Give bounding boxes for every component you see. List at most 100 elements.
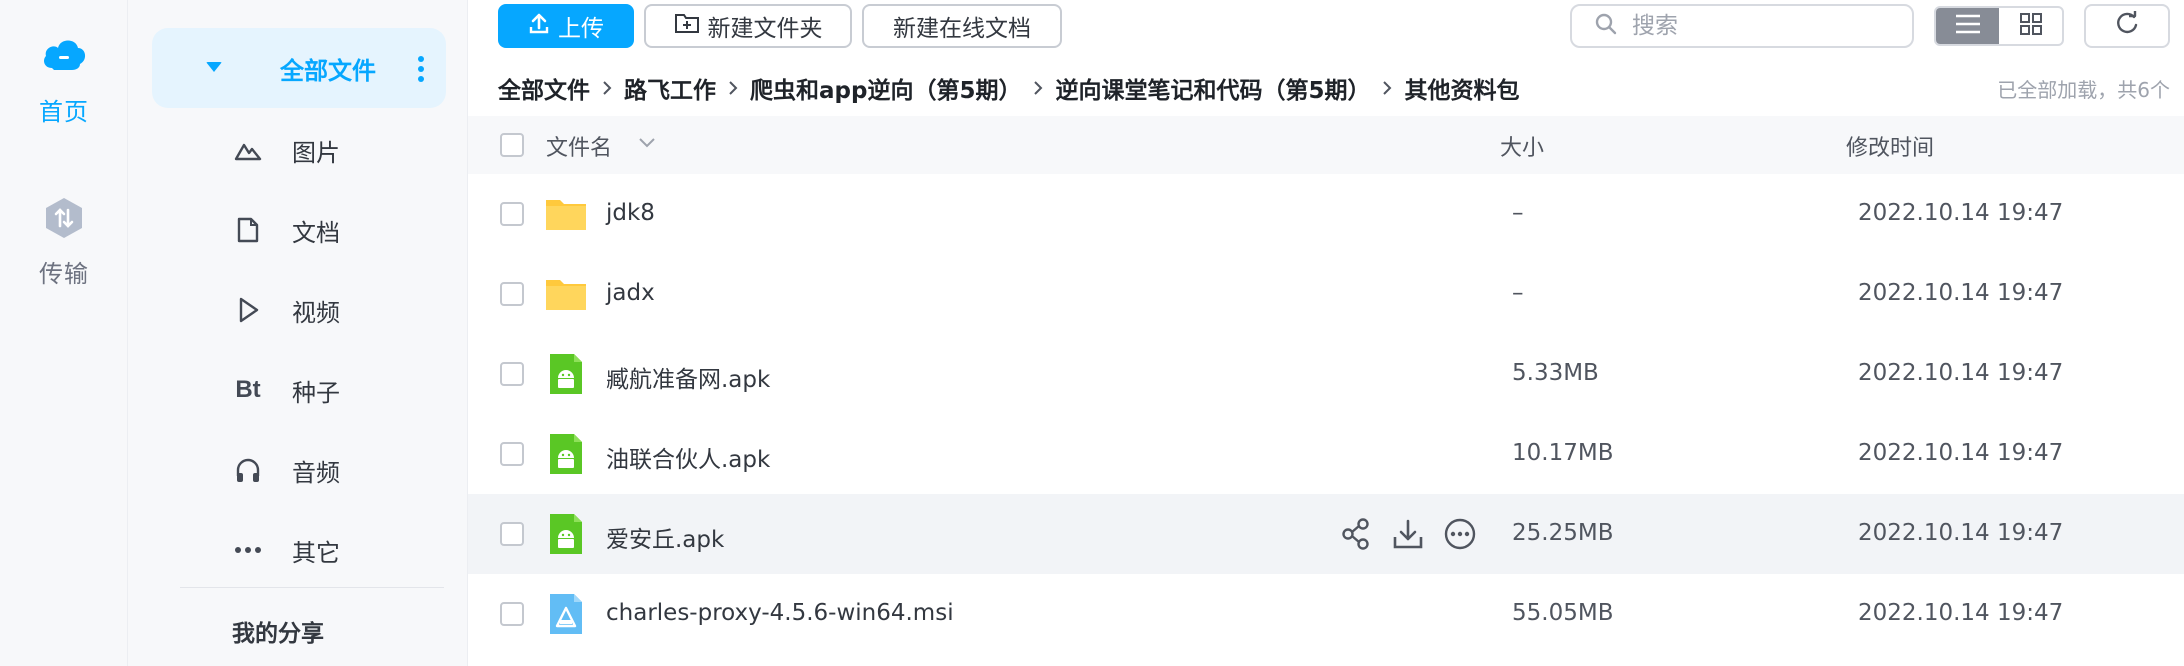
table-row[interactable]: 臧航准备网.apk 5.33MB 2022.10.14 19:47 <box>468 334 2184 414</box>
folder-icon <box>544 192 588 236</box>
sidebar-item-label: 视频 <box>292 298 340 327</box>
table-row[interactable]: jadx – 2022.10.14 19:47 <box>468 254 2184 334</box>
sidebar-item-videos[interactable]: 视频 <box>128 282 468 338</box>
file-size: – <box>1512 200 1524 226</box>
file-table-header: 文件名 大小 修改时间 <box>468 116 2184 174</box>
new-online-doc-button[interactable]: 新建在线文档 <box>862 4 1062 48</box>
file-name[interactable]: jdk8 <box>606 200 655 226</box>
file-size: – <box>1512 280 1524 306</box>
folder-icon <box>544 272 588 316</box>
nav-rail: 首页 传输 <box>0 0 128 666</box>
nav-transfer-label: 传输 <box>39 260 89 288</box>
row-checkbox[interactable] <box>500 282 524 306</box>
file-name[interactable]: jadx <box>606 280 655 306</box>
more-vertical-icon[interactable] <box>418 56 424 82</box>
document-icon <box>232 214 264 246</box>
table-row-hovered[interactable]: 爱安丘.apk 25.25MB 2022.10.14 19:47 <box>468 494 2184 574</box>
sidebar-item-images[interactable]: 图片 <box>128 122 468 178</box>
torrent-icon: Bt <box>235 376 261 403</box>
transfer-icon <box>44 196 84 244</box>
sort-chevron-icon[interactable] <box>638 130 656 155</box>
table-row[interactable]: 油联合伙人.apk 10.17MB 2022.10.14 19:47 <box>468 414 2184 494</box>
more-icon <box>232 534 264 566</box>
select-all-checkbox[interactable] <box>500 133 524 157</box>
file-name[interactable]: 爱安丘.apk <box>606 520 724 554</box>
video-icon <box>232 294 264 326</box>
row-checkbox[interactable] <box>500 522 524 546</box>
sidebar-item-label: 音频 <box>292 458 340 487</box>
search-icon <box>1572 12 1618 40</box>
category-sidebar: 全部文件 图片 文档 视频 Bt 种子 音频 其它 我的分享 <box>128 0 468 666</box>
list-view-button[interactable] <box>1936 8 1999 44</box>
sidebar-item-other[interactable]: 其它 <box>128 522 468 578</box>
sidebar-item-label: 其它 <box>292 538 340 567</box>
upload-label: 上传 <box>558 16 604 42</box>
file-modified: 2022.10.14 19:47 <box>1858 280 2064 306</box>
share-icon[interactable] <box>1338 516 1374 552</box>
android-apk-icon <box>544 512 588 556</box>
list-icon <box>1955 14 1981 38</box>
nav-transfer[interactable]: 传输 <box>0 196 128 289</box>
file-size: 55.05MB <box>1512 600 1614 626</box>
file-modified: 2022.10.14 19:47 <box>1858 200 2064 226</box>
cloud-icon <box>40 34 88 82</box>
sidebar-item-torrents[interactable]: Bt 种子 <box>128 362 468 418</box>
installer-file-icon <box>544 592 588 636</box>
android-apk-icon <box>544 352 588 396</box>
sidebar-item-audio[interactable]: 音频 <box>128 442 468 498</box>
breadcrumb: 全部文件 路飞工作 爬虫和app逆向（第5期） 逆向课堂笔记和代码（第5期） 其… <box>498 70 1519 106</box>
breadcrumb-item[interactable]: 爬虫和app逆向（第5期） <box>750 71 1021 105</box>
caret-down-icon[interactable] <box>206 62 222 72</box>
file-modified: 2022.10.14 19:47 <box>1858 360 2064 386</box>
nav-home-label: 首页 <box>39 98 89 126</box>
breadcrumb-item[interactable]: 全部文件 <box>498 71 590 105</box>
search-box[interactable] <box>1570 4 1914 48</box>
table-row[interactable]: jdk8 – 2022.10.14 19:47 <box>468 174 2184 254</box>
grid-view-button[interactable] <box>1999 8 2062 44</box>
row-checkbox[interactable] <box>500 362 524 386</box>
sidebar-item-documents[interactable]: 文档 <box>128 202 468 258</box>
upload-button[interactable]: 上传 <box>498 4 634 48</box>
row-checkbox[interactable] <box>500 602 524 626</box>
chevron-right-icon <box>1033 80 1043 96</box>
file-name[interactable]: 臧航准备网.apk <box>606 360 770 394</box>
download-icon[interactable] <box>1390 516 1426 552</box>
breadcrumb-item[interactable]: 路飞工作 <box>624 71 716 105</box>
file-name[interactable]: charles-proxy-4.5.6-win64.msi <box>606 600 954 626</box>
sidebar-item-all-files[interactable]: 全部文件 <box>152 28 446 108</box>
file-modified: 2022.10.14 19:47 <box>1858 440 2064 466</box>
grid-icon <box>2019 12 2043 40</box>
search-input[interactable] <box>1632 13 1892 39</box>
folder-plus-icon <box>674 12 708 40</box>
row-actions <box>1338 516 1478 552</box>
breadcrumb-current: 其他资料包 <box>1404 78 1520 104</box>
breadcrumb-item[interactable]: 逆向课堂笔记和代码（第5期） <box>1055 71 1370 105</box>
refresh-button[interactable] <box>2084 4 2170 48</box>
new-folder-button[interactable]: 新建文件夹 <box>644 4 852 48</box>
file-name[interactable]: 油联合伙人.apk <box>606 440 770 474</box>
more-options-icon[interactable] <box>1442 516 1478 552</box>
chevron-right-icon <box>728 80 738 96</box>
sidebar-divider <box>180 587 444 588</box>
column-modified-header: 修改时间 <box>1846 136 1935 161</box>
file-size: 10.17MB <box>1512 440 1614 466</box>
nav-home[interactable]: 首页 <box>0 34 128 127</box>
sidebar-my-share[interactable]: 我的分享 <box>232 614 324 648</box>
file-size: 5.33MB <box>1512 360 1599 386</box>
file-size: 25.25MB <box>1512 520 1614 546</box>
chevron-right-icon <box>602 80 612 96</box>
headphones-icon <box>232 454 264 486</box>
column-name-header[interactable]: 文件名 <box>546 130 612 162</box>
new-folder-label: 新建文件夹 <box>707 16 823 42</box>
upload-icon <box>528 12 558 40</box>
table-row[interactable]: charles-proxy-4.5.6-win64.msi 55.05MB 20… <box>468 574 2184 654</box>
row-checkbox[interactable] <box>500 442 524 466</box>
file-modified: 2022.10.14 19:47 <box>1858 520 2064 546</box>
sidebar-all-files-label: 全部文件 <box>280 56 376 85</box>
row-checkbox[interactable] <box>500 202 524 226</box>
android-apk-icon <box>544 432 588 476</box>
sidebar-item-label: 种子 <box>292 378 340 407</box>
column-size-header: 大小 <box>1500 136 1545 161</box>
load-status: 已全部加载，共6个 <box>1997 78 2170 102</box>
file-modified: 2022.10.14 19:47 <box>1858 600 2064 626</box>
